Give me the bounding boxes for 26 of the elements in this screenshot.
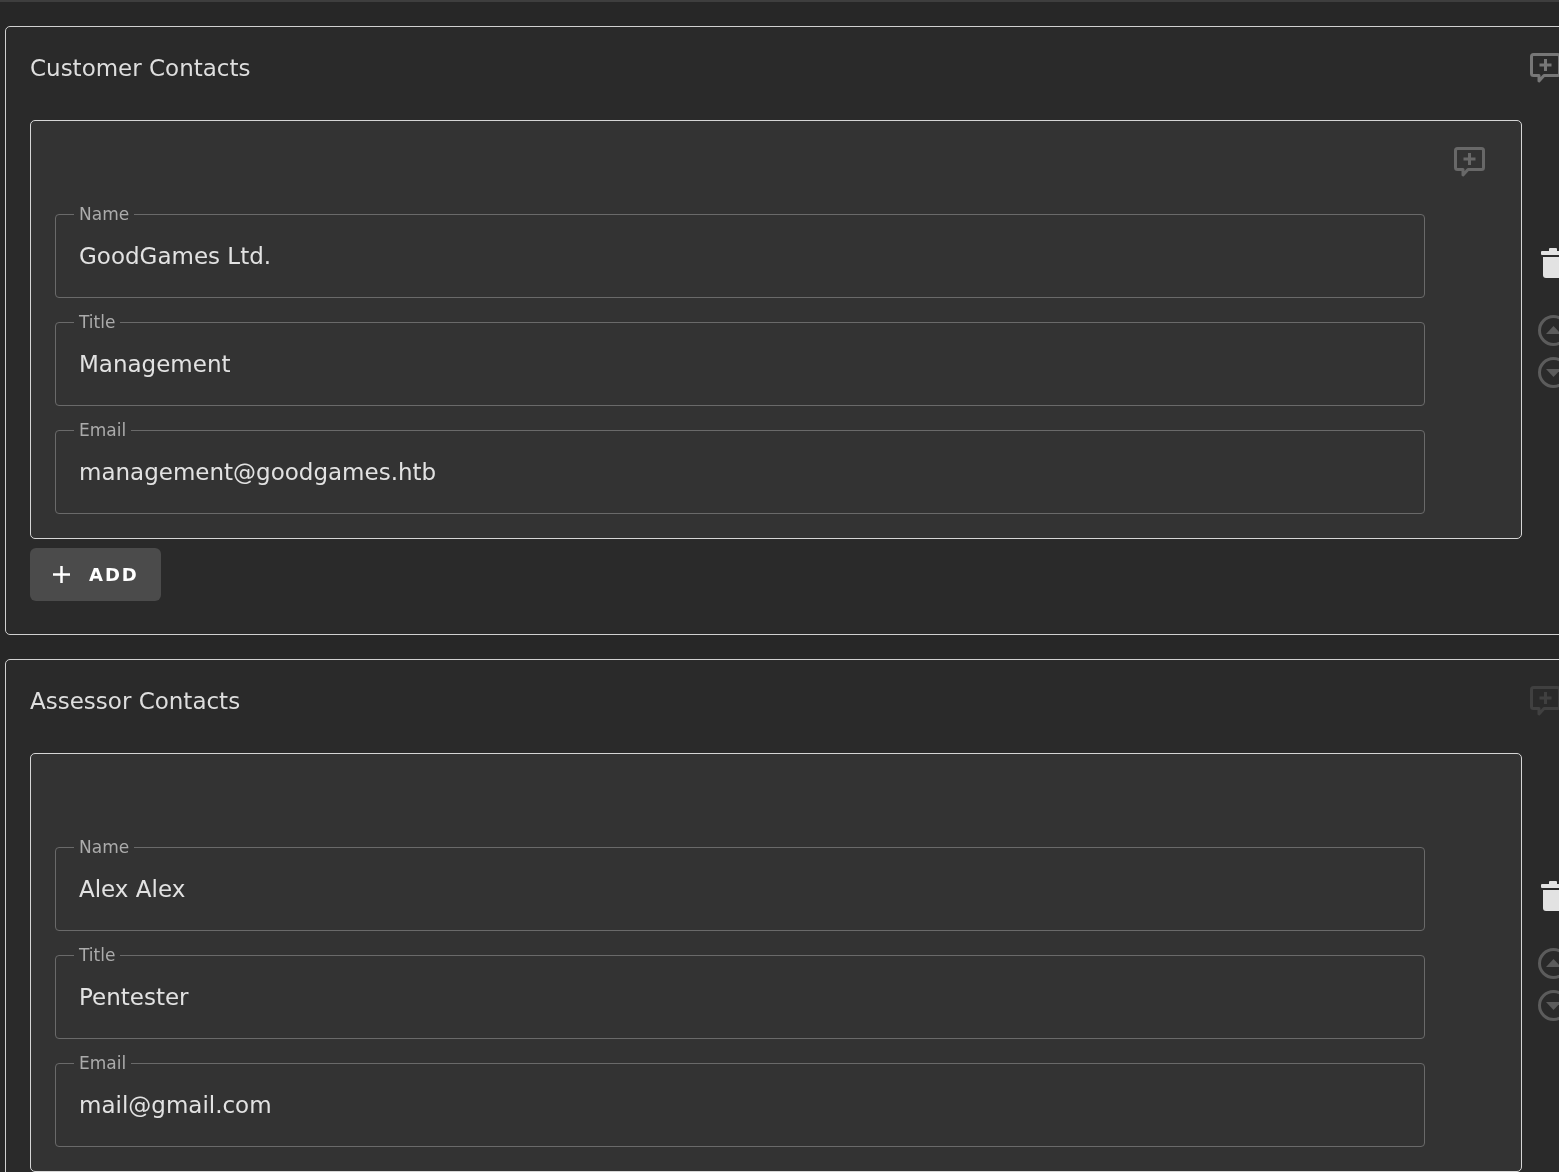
text-field[interactable]: Title Pentester	[55, 945, 1425, 1039]
trash-icon[interactable]	[1541, 248, 1559, 278]
add-button[interactable]: ADD	[30, 548, 161, 601]
field-value: Pentester	[79, 982, 189, 1011]
section-title: Assessor Contacts	[30, 687, 241, 716]
field-label: Name	[78, 204, 131, 224]
field-value: Alex Alex	[79, 874, 186, 903]
text-field[interactable]: Name Alex Alex	[55, 837, 1425, 931]
comment-plus-icon[interactable]	[1530, 53, 1559, 83]
text-field[interactable]: Name GoodGames Ltd.	[55, 204, 1425, 298]
comment-plus-icon[interactable]	[1454, 147, 1485, 177]
section-title: Customer Contacts	[30, 54, 251, 83]
field-value: management@goodgames.htb	[79, 457, 437, 486]
field-value: mail@gmail.com	[79, 1090, 272, 1119]
field-label: Email	[78, 420, 128, 440]
field-label: Title	[78, 945, 117, 965]
plus-icon	[53, 566, 70, 583]
text-field[interactable]: Email mail@gmail.com	[55, 1053, 1425, 1147]
text-field[interactable]: Title Management	[55, 312, 1425, 406]
field-value: GoodGames Ltd.	[79, 241, 272, 270]
field-label: Name	[78, 837, 131, 857]
text-field[interactable]: Email management@goodgames.htb	[55, 420, 1425, 514]
field-value: Management	[79, 349, 231, 378]
field-label: Email	[78, 1053, 128, 1073]
trash-icon[interactable]	[1541, 881, 1559, 911]
field-label: Title	[78, 312, 117, 332]
